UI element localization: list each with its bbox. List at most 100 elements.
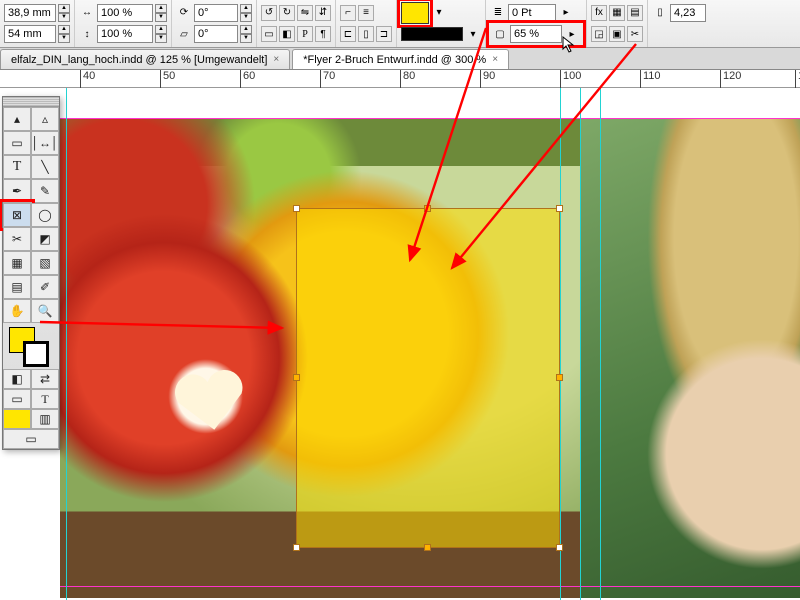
effects-icon[interactable]: fx (591, 5, 607, 21)
gradient-swatch-tool[interactable]: ▦ (3, 251, 31, 275)
shear-value: 0° (198, 28, 209, 40)
scale-x-field[interactable]: 100 % (97, 4, 153, 22)
y-position-field[interactable]: 54 mm (4, 25, 56, 43)
default-colors-icon[interactable]: ◧ (3, 369, 31, 389)
note-tool[interactable]: ▤ (3, 275, 31, 299)
placed-image-man[interactable] (580, 118, 800, 598)
guide-horizontal[interactable] (60, 118, 800, 119)
rotate-cw-icon[interactable]: ↻ (279, 5, 295, 21)
document-tab-active[interactable]: *Flyer 2-Bruch Entwurf.indd @ 300 % × (292, 49, 509, 69)
stroke-weight-dropdown-icon[interactable]: ▸ (558, 5, 574, 21)
hand-tool[interactable]: ✋ (3, 299, 31, 323)
resize-handle[interactable] (293, 544, 300, 551)
zoom-tool[interactable]: 🔍 (31, 299, 59, 323)
close-icon[interactable]: × (492, 54, 498, 65)
stroke-dropdown-icon[interactable]: ▾ (465, 26, 481, 42)
y-stepper[interactable]: ▲▼ (58, 25, 70, 43)
view-mode-icon[interactable]: ▭ (3, 429, 59, 449)
opacity-field[interactable]: 65 % (510, 25, 562, 43)
swap-colors-icon[interactable]: ⇄ (31, 369, 59, 389)
document-tab[interactable]: elfalz_DIN_lang_hoch.indd @ 125 % [Umgew… (0, 49, 290, 69)
resize-handle[interactable] (424, 544, 431, 551)
rotate-ccw-icon[interactable]: ↺ (261, 5, 277, 21)
eyedropper-tool[interactable]: ✐ (31, 275, 59, 299)
direct-selection-tool[interactable]: ▵ (31, 107, 59, 131)
flip-h-icon[interactable]: ⇋ (297, 5, 313, 21)
resize-handle[interactable] (424, 205, 431, 212)
canvas[interactable] (60, 88, 800, 600)
shear-icon: ▱ (176, 26, 192, 42)
opacity-value: 65 % (514, 28, 539, 40)
resize-handle[interactable] (556, 544, 563, 551)
gradient-feather-tool[interactable]: ▧ (31, 251, 59, 275)
text-wrap-bound-icon[interactable]: ▤ (627, 5, 643, 21)
rotate-stepper[interactable]: ▲▼ (240, 4, 252, 22)
selected-rectangle[interactable] (296, 208, 560, 548)
scale-x-stepper[interactable]: ▲▼ (155, 4, 167, 22)
resize-handle[interactable] (293, 374, 300, 381)
guide-vertical[interactable] (560, 88, 561, 600)
close-icon[interactable]: × (273, 54, 279, 65)
align-center-icon[interactable]: ▯ (358, 26, 374, 42)
shear-stepper[interactable]: ▲▼ (240, 25, 252, 43)
guide-horizontal[interactable] (60, 586, 800, 587)
shear-field[interactable]: 0° (194, 25, 238, 43)
free-transform-tool[interactable]: ◩ (31, 227, 59, 251)
guide-vertical[interactable] (600, 88, 601, 600)
formatting-container-icon[interactable]: ▭ (3, 389, 31, 409)
cursor-icon (562, 36, 576, 54)
page-tool[interactable]: ▭ (3, 131, 31, 155)
paragraph-style-icon[interactable]: P (297, 26, 313, 42)
x-stepper[interactable]: ▲▼ (58, 4, 70, 22)
rotate-icon: ⟳ (176, 5, 192, 21)
gap-tool[interactable]: │↔│ (31, 131, 59, 155)
flip-v-icon[interactable]: ⇵ (315, 5, 331, 21)
align-top-icon[interactable]: ⌐ (340, 5, 356, 21)
formatting-text-icon[interactable]: T (31, 389, 59, 409)
selection-tool[interactable]: ▴ (3, 107, 31, 131)
apply-gradient-icon[interactable]: ▥ (31, 409, 59, 429)
right-value-field[interactable]: 4,23 (670, 4, 706, 22)
apply-color-icon[interactable] (3, 409, 31, 429)
text-wrap-none-icon[interactable]: ▦ (609, 5, 625, 21)
guide-vertical[interactable] (580, 88, 581, 600)
resize-handle[interactable] (556, 205, 563, 212)
scale-y-stepper[interactable]: ▲▼ (155, 25, 167, 43)
resize-handle[interactable] (556, 374, 563, 381)
x-value: 38,9 mm (8, 7, 51, 19)
panel-grip[interactable] (3, 97, 59, 107)
select-container-icon[interactable]: ▭ (261, 26, 277, 42)
rotate-field[interactable]: 0° (194, 4, 238, 22)
scale-x-value: 100 % (101, 7, 132, 19)
stroke-style-bar[interactable] (401, 27, 463, 41)
resize-handle[interactable] (293, 205, 300, 212)
document-tab-label: *Flyer 2-Bruch Entwurf.indd @ 300 % (303, 54, 486, 66)
char-style-icon[interactable]: ¶ (315, 26, 331, 42)
ellipse-tool[interactable]: ◯ (31, 203, 59, 227)
align-middle-icon[interactable]: ≡ (358, 5, 374, 21)
pen-tool[interactable]: ✒ (3, 179, 31, 203)
guide-vertical[interactable] (66, 88, 67, 600)
align-left-icon[interactable]: ⊏ (340, 26, 356, 42)
crop-icon[interactable]: ✂ (627, 26, 643, 42)
horizontal-ruler[interactable]: 40 50 60 70 80 90 100 110 120 130 (0, 70, 800, 88)
frame-fitting-icon[interactable]: ▯ (652, 5, 668, 21)
fill-dropdown-icon[interactable]: ▾ (431, 5, 447, 21)
type-tool[interactable]: T (3, 155, 31, 179)
tools-panel[interactable]: ▴ ▵ ▭ │↔│ T ╲ ✒ ✎ ⊠ ◯ ✂ ◩ ▦ ▧ ▤ ✐ ✋ 🔍 ◧ … (2, 96, 60, 450)
ruler-mark: 120 (723, 70, 741, 82)
ruler-mark: 70 (323, 70, 335, 82)
stroke-well[interactable] (23, 341, 49, 367)
align-right-icon[interactable]: ⊐ (376, 26, 392, 42)
rectangle-frame-tool[interactable]: ⊠ (3, 203, 31, 227)
select-content-icon[interactable]: ◧ (279, 26, 295, 42)
fitting-icon[interactable]: ▣ (609, 26, 625, 42)
scale-y-field[interactable]: 100 % (97, 25, 153, 43)
fill-color-swatch[interactable] (401, 2, 429, 24)
x-position-field[interactable]: 38,9 mm (4, 4, 56, 22)
scissors-tool[interactable]: ✂ (3, 227, 31, 251)
stroke-weight-field[interactable]: 0 Pt (508, 4, 556, 22)
line-tool[interactable]: ╲ (31, 155, 59, 179)
pencil-tool[interactable]: ✎ (31, 179, 59, 203)
corner-options-icon[interactable]: ◲ (591, 26, 607, 42)
